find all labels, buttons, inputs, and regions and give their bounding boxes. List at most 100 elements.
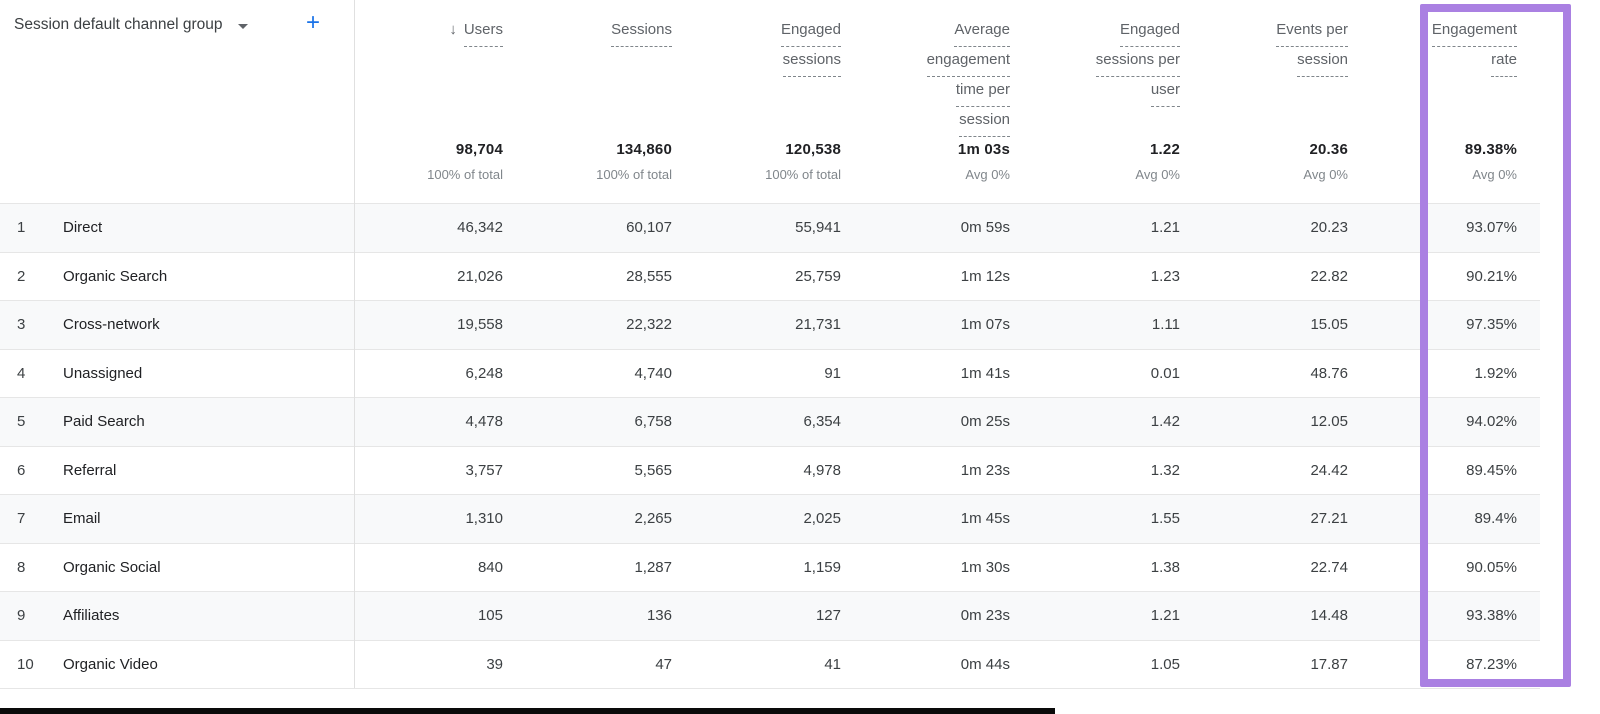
row-channel-name: Unassigned xyxy=(63,364,143,382)
column-header-line: Engagement xyxy=(1371,17,1517,47)
column-header-avg-engagement-time-per-session[interactable]: Average engagement time per session 1m 03s Av… xyxy=(864,0,1033,203)
cell-engaged-sessions-per-user: 1.38 xyxy=(1150,558,1180,576)
column-header-line: Engaged xyxy=(1033,17,1180,47)
column-total: 20.36 Avg 0% xyxy=(1303,141,1348,182)
column-header-users[interactable]: ↓ Users 98,704 100% of total xyxy=(354,0,526,203)
row-dimension-cell: 6 Referral xyxy=(0,447,354,495)
table-row: 1 Direct 46,342 60,107 55,941 0m 59s 1.21 20.23… xyxy=(0,203,1540,252)
row-dimension-cell: 2 Organic Search xyxy=(0,253,354,301)
cell-users: 4,478 xyxy=(465,413,503,431)
cell-events-per-session: 14.48 xyxy=(1310,607,1348,625)
column-total: 98,704 100% of total xyxy=(427,141,503,182)
column-header-line: time per xyxy=(864,77,1010,107)
cell-avg-engagement-time-per-session: 0m 23s xyxy=(960,607,1010,625)
row-channel-name: Email xyxy=(63,510,101,528)
cell-avg-engagement-time-per-session: 0m 25s xyxy=(960,413,1010,431)
column-header-line: session xyxy=(864,107,1010,137)
cell-engagement-rate: 94.02% xyxy=(1466,413,1517,431)
total-value: 120,538 xyxy=(785,141,841,158)
column-header-label: rate xyxy=(1491,47,1517,77)
cell-engaged-sessions: 1,159 xyxy=(803,558,841,576)
row-rank: 6 xyxy=(17,461,26,479)
cell-engaged-sessions-per-user: 1.23 xyxy=(1150,267,1180,285)
cell-events-per-session: 15.05 xyxy=(1310,316,1348,334)
total-value: 134,860 xyxy=(616,141,672,158)
add-dimension-button[interactable]: + xyxy=(306,11,320,35)
row-rank: 1 xyxy=(17,219,26,237)
column-header-line: Average xyxy=(864,17,1010,47)
cell-engaged-sessions: 25,759 xyxy=(795,267,841,285)
column-header-label: Average xyxy=(954,17,1010,47)
column-header-line: Sessions xyxy=(526,17,672,47)
row-dimension-cell: 10 Organic Video xyxy=(0,641,354,689)
column-header-engaged-sessions[interactable]: Engaged sessions 120,538 100% of total xyxy=(695,0,864,203)
column-total: 1m 03s Avg 0% xyxy=(958,141,1010,182)
column-header-engaged-sessions-per-user[interactable]: Engaged sessions per user 1.22 Avg 0% xyxy=(1033,0,1203,203)
column-header-line: engagement xyxy=(864,47,1010,77)
column-total: 134,860 100% of total xyxy=(596,141,672,182)
row-channel-name: Cross-network xyxy=(63,316,160,334)
cell-engaged-sessions: 91 xyxy=(824,364,841,382)
row-channel-name: Direct xyxy=(63,219,103,237)
row-rank: 5 xyxy=(17,413,26,431)
total-sublabel: 100% of total xyxy=(596,167,672,182)
cell-engaged-sessions-per-user: 1.11 xyxy=(1151,316,1180,334)
cell-avg-engagement-time-per-session: 1m 12s xyxy=(960,267,1010,285)
column-header-line: Engaged xyxy=(695,17,841,47)
cell-avg-engagement-time-per-session: 1m 45s xyxy=(960,510,1010,528)
row-rank: 10 xyxy=(17,655,34,673)
column-header-sessions[interactable]: Sessions 134,860 100% of total xyxy=(526,0,695,203)
cell-engagement-rate: 89.45% xyxy=(1466,461,1517,479)
column-header-label: Users xyxy=(463,17,503,47)
column-header-label: session xyxy=(1297,47,1348,77)
cell-sessions: 47 xyxy=(655,655,672,673)
cell-users: 46,342 xyxy=(457,219,503,237)
cell-engaged-sessions-per-user: 1.21 xyxy=(1150,219,1180,237)
column-header-label: engagement xyxy=(926,47,1010,77)
row-dimension-cell: 3 Cross-network xyxy=(0,301,354,349)
column-header-label: Events per xyxy=(1276,17,1348,47)
total-value: 98,704 xyxy=(455,141,503,158)
cell-engagement-rate: 93.38% xyxy=(1466,607,1517,625)
cell-sessions: 60,107 xyxy=(626,219,672,237)
cell-events-per-session: 17.87 xyxy=(1310,655,1348,673)
cell-users: 1,310 xyxy=(465,510,503,528)
table-row: 6 Referral 3,757 5,565 4,978 1m 23s 1.32 24.42 8… xyxy=(0,445,1540,495)
row-rank: 7 xyxy=(17,510,26,528)
row-dimension-cell: 7 Email xyxy=(0,495,354,543)
cell-engaged-sessions: 127 xyxy=(815,607,841,625)
cell-events-per-session: 27.21 xyxy=(1310,510,1348,528)
column-header-line: sessions per xyxy=(1033,47,1180,77)
column-header-events-per-session[interactable]: Events per session 20.36 Avg 0% xyxy=(1203,0,1371,203)
row-channel-name: Organic Video xyxy=(63,655,158,673)
cell-events-per-session: 22.74 xyxy=(1310,558,1348,576)
cell-users: 6,248 xyxy=(465,364,503,382)
row-rank: 4 xyxy=(17,364,26,382)
column-header-engagement-rate[interactable]: Engagement rate 89.38% Avg 0% xyxy=(1371,0,1540,203)
cell-engaged-sessions: 6,354 xyxy=(803,413,841,431)
cell-avg-engagement-time-per-session: 1m 07s xyxy=(960,316,1010,334)
dimension-selector[interactable]: Session default channel group xyxy=(14,16,248,34)
cell-sessions: 1,287 xyxy=(634,558,672,576)
total-value: 1.22 xyxy=(1150,141,1180,158)
row-dimension-cell: 9 Affiliates xyxy=(0,592,354,640)
column-total: 1.22 Avg 0% xyxy=(1135,141,1180,182)
cell-events-per-session: 12.05 xyxy=(1310,413,1348,431)
row-rank: 9 xyxy=(17,607,26,625)
cell-engagement-rate: 87.23% xyxy=(1466,655,1517,673)
total-sublabel: Avg 0% xyxy=(1135,167,1180,182)
cell-users: 3,757 xyxy=(465,461,503,479)
column-header-label: Engaged xyxy=(1119,17,1180,47)
column-header-line: sessions xyxy=(695,47,841,77)
cell-sessions: 6,758 xyxy=(634,413,672,431)
dimension-label: Session default channel group xyxy=(14,16,223,33)
cell-users: 39 xyxy=(486,655,503,673)
cell-engaged-sessions-per-user: 1.55 xyxy=(1150,510,1180,528)
column-total: 89.38% Avg 0% xyxy=(1465,141,1517,182)
table-row: 2 Organic Search 21,026 28,555 25,759 1m 12s 1… xyxy=(0,251,1540,301)
column-header-label: sessions xyxy=(782,47,841,77)
cell-avg-engagement-time-per-session: 1m 41s xyxy=(960,364,1010,382)
column-header-label: user xyxy=(1150,77,1180,107)
cell-engagement-rate: 89.4% xyxy=(1474,510,1517,528)
column-header-line: rate xyxy=(1371,47,1517,77)
